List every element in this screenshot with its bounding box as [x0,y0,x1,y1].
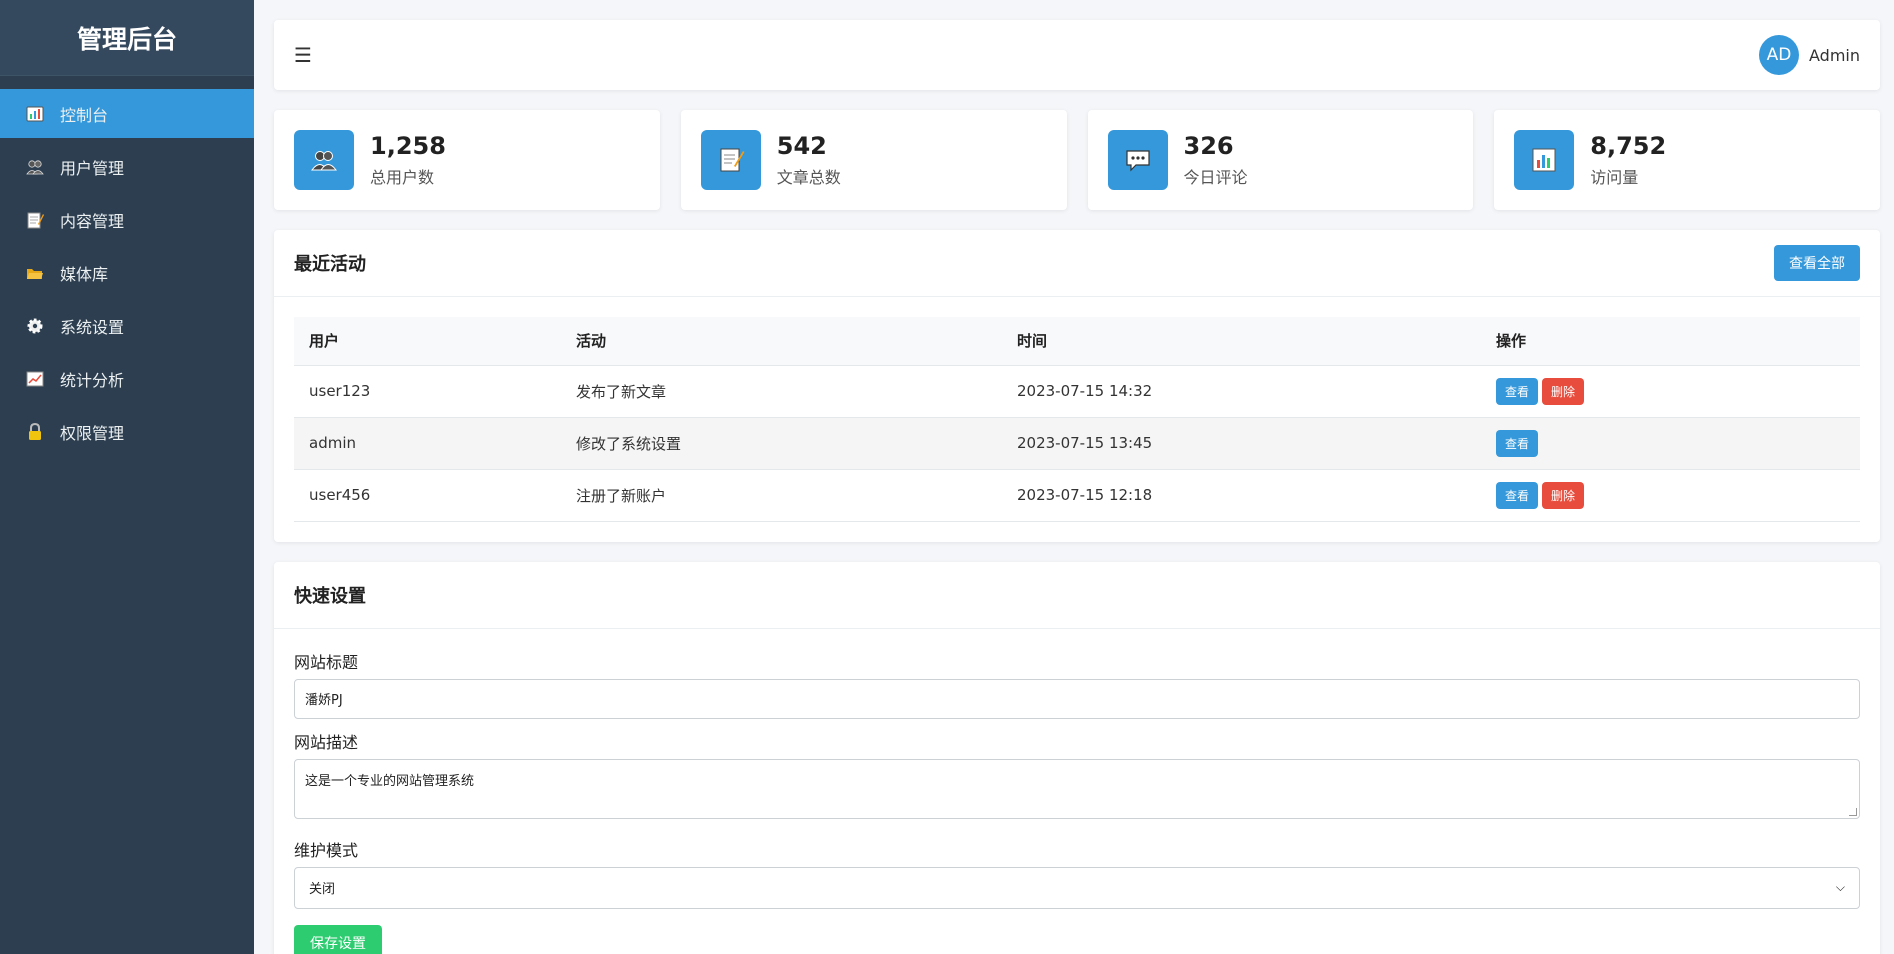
column-header-activity: 活动 [561,317,1002,366]
view-button[interactable]: 查看 [1496,377,1539,405]
panel-header: 快速设置 [274,562,1880,629]
panel-title: 最近活动 [294,254,366,275]
sidebar-item-label: 统计分析 [60,370,125,390]
chart-icon [26,370,44,388]
comment-icon [1107,130,1168,190]
view-all-button[interactable]: 查看全部 [1774,245,1860,281]
sidebar-item-label: 系统设置 [60,317,125,337]
sidebar-item-label: 媒体库 [60,264,109,284]
stat-card-comments: 326 今日评论 [1087,110,1474,210]
username[interactable]: Admin [1809,46,1860,65]
stat-value: 326 [1183,131,1234,160]
recent-activity-panel: 最近活动 查看全部 用户 活动 时间 操作 user123 发布了新文章 202… [274,230,1880,542]
view-button[interactable]: 查看 [1496,481,1539,509]
cell-user: admin [294,417,561,470]
bar-chart-icon [1514,130,1575,190]
site-desc-textarea[interactable]: 这是一个专业的网站管理系统 [294,758,1860,819]
settings-form: 网站标题 潘娇PJ 网站描述 这是一个专业的网站管理系统 维护模式 关闭 ⌵ 保… [274,629,1880,954]
sidebar-item-dashboard[interactable]: 控制台 [0,89,254,138]
cell-actions: 查看 [1481,417,1860,470]
stats-row: 1,258 总用户数 542 文章总数 326 今日评论 8,752 访问量 [274,110,1880,210]
sidebar-item-media[interactable]: 媒体库 [0,248,254,297]
sidebar-item-label: 用户管理 [60,158,125,178]
app-title: 管理后台 [76,24,177,54]
sidebar-item-label: 控制台 [60,105,109,125]
activity-table: 用户 活动 时间 操作 user123 发布了新文章 2023-07-15 14… [294,317,1860,522]
quick-settings-panel: 快速设置 网站标题 潘娇PJ 网站描述 这是一个专业的网站管理系统 维护模式 关… [274,561,1880,954]
delete-button[interactable]: 删除 [1542,481,1585,509]
cell-time: 2023-07-15 13:45 [1002,417,1481,470]
users-icon [294,130,354,190]
sidebar-item-settings[interactable]: 系统设置 [0,301,254,350]
memo-icon [700,130,761,190]
delete-button[interactable]: 删除 [1542,377,1585,405]
stat-label: 总用户数 [370,168,435,188]
cell-actions: 查看 删除 [1481,365,1860,418]
sidebar-item-label: 权限管理 [60,423,125,443]
cell-actions: 查看 删除 [1481,469,1860,522]
activity-table-wrapper: 用户 活动 时间 操作 user123 发布了新文章 2023-07-15 14… [274,297,1880,542]
sidebar: 管理后台 控制台 用户管理 内容管理 媒体库 系统设置 统计分析 权限管理 [0,0,254,954]
cell-activity: 发布了新文章 [561,365,1002,418]
menu-toggle-icon[interactable]: ☰ [294,43,312,67]
cell-time: 2023-07-15 14:32 [1002,365,1481,418]
cell-user: user123 [294,365,561,418]
stat-card-articles: 542 文章总数 [680,110,1067,210]
cell-user: user456 [294,469,561,522]
user-menu[interactable]: AD Admin [1759,35,1860,75]
column-header-actions: 操作 [1481,317,1860,366]
table-row: user123 发布了新文章 2023-07-15 14:32 查看 删除 [294,365,1860,418]
form-group-site-title: 网站标题 潘娇PJ [294,649,1860,719]
sidebar-item-analytics[interactable]: 统计分析 [0,354,254,403]
avatar[interactable]: AD [1759,35,1799,75]
sidebar-item-permissions[interactable]: 权限管理 [0,407,254,456]
form-group-maintenance: 维护模式 关闭 ⌵ [294,837,1860,909]
stat-card-users: 1,258 总用户数 [274,110,660,210]
table-row: admin 修改了系统设置 2023-07-15 13:45 查看 [294,417,1860,470]
site-desc-value: 这是一个专业的网站管理系统 [305,773,475,789]
sidebar-item-users[interactable]: 用户管理 [0,142,254,191]
gear-icon [26,317,44,335]
sidebar-item-label: 内容管理 [60,211,125,231]
stat-label: 访问量 [1590,168,1639,188]
cell-time: 2023-07-15 12:18 [1002,469,1481,522]
table-header-row: 用户 活动 时间 操作 [294,317,1860,366]
main-content: ☰ AD Admin 1,258 总用户数 542 文章总数 326 今日评论 … [254,0,1894,954]
maintenance-selected: 关闭 [309,882,336,897]
view-button[interactable]: 查看 [1496,429,1539,457]
column-header-time: 时间 [1002,317,1481,366]
maintenance-select[interactable]: 关闭 ⌵ [294,866,1860,909]
site-title-label: 网站标题 [294,652,359,672]
chevron-down-icon: ⌵ [1835,880,1845,894]
maintenance-label: 维护模式 [294,840,359,860]
content-icon [26,211,44,229]
panel-header: 最近活动 查看全部 [274,230,1880,297]
sidebar-item-content[interactable]: 内容管理 [0,195,254,244]
panel-title: 快速设置 [294,585,366,607]
stat-label: 文章总数 [776,168,841,188]
site-title-input[interactable]: 潘娇PJ [294,678,1860,719]
stat-value: 8,752 [1590,131,1667,160]
cell-activity: 注册了新账户 [561,469,1002,522]
resize-handle-icon[interactable] [1849,807,1857,816]
save-settings-button[interactable]: 保存设置 [294,924,382,954]
cell-activity: 修改了系统设置 [561,417,1002,470]
site-desc-label: 网站描述 [294,732,359,752]
sidebar-header: 管理后台 [0,0,254,76]
form-group-site-desc: 网站描述 这是一个专业的网站管理系统 [294,729,1860,819]
stat-label: 今日评论 [1183,168,1248,188]
users-icon [26,158,44,176]
stat-card-visits: 8,752 访问量 [1494,110,1880,210]
lock-icon [26,422,44,441]
folder-icon [26,264,44,282]
sidebar-menu: 控制台 用户管理 内容管理 媒体库 系统设置 统计分析 权限管理 [0,89,254,456]
top-header: ☰ AD Admin [274,20,1880,90]
dashboard-icon [26,105,44,123]
table-row: user456 注册了新账户 2023-07-15 12:18 查看 删除 [294,469,1860,522]
column-header-user: 用户 [294,317,561,366]
stat-value: 542 [776,131,827,160]
stat-value: 1,258 [370,131,446,160]
